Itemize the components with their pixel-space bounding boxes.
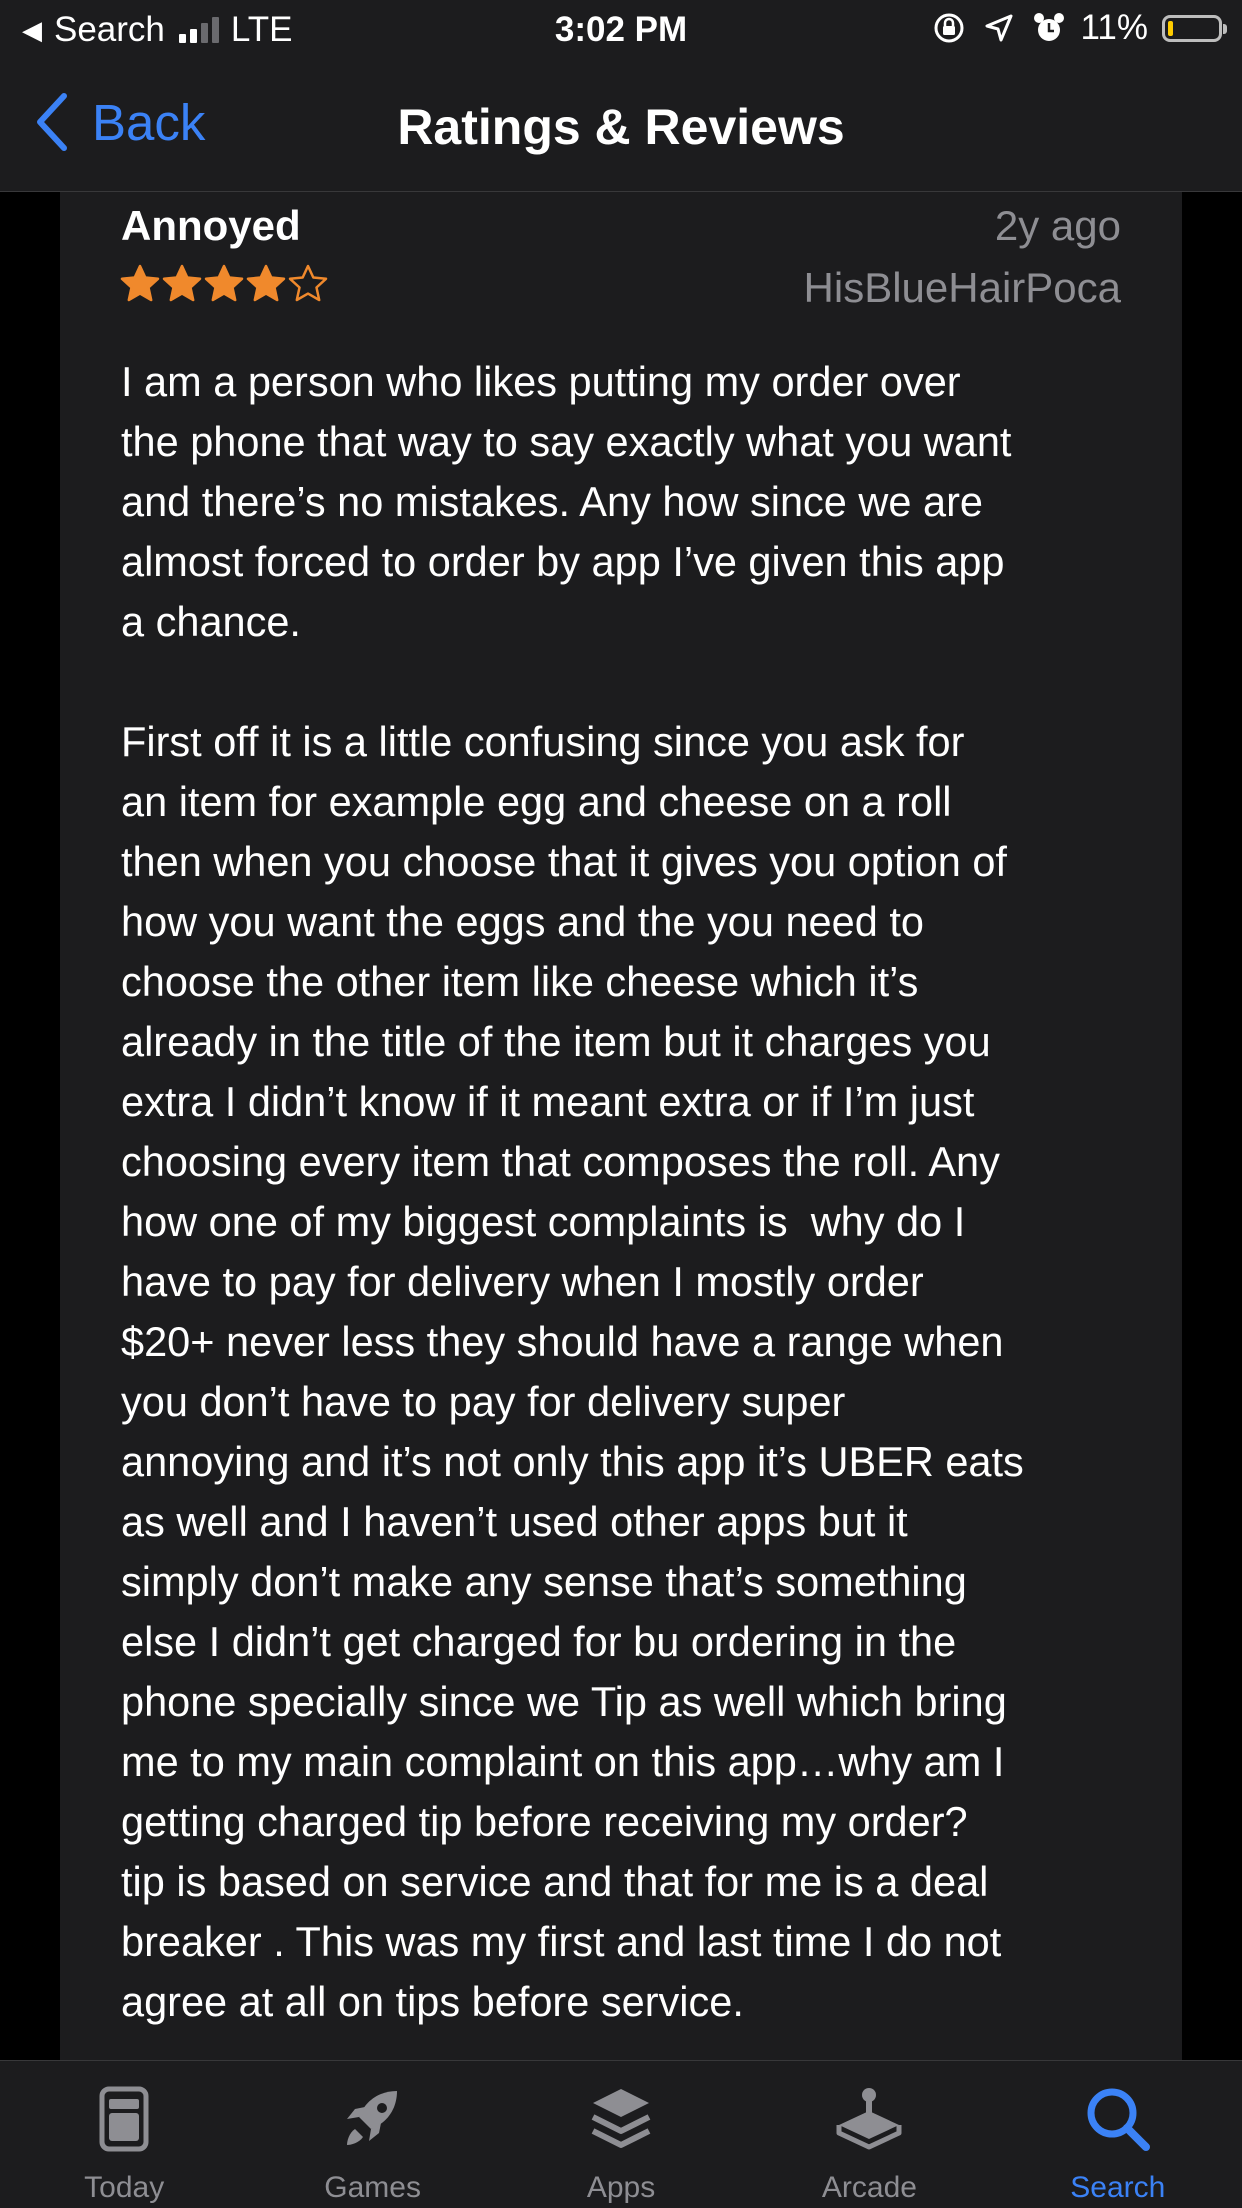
tab-apps[interactable]: Apps [497, 2061, 745, 2208]
alarm-icon [1033, 13, 1064, 41]
rocket-icon [346, 2091, 397, 2145]
search-icon [1087, 2088, 1150, 2151]
joystick-icon [836, 2088, 902, 2150]
review-body: I am a person who likes putting my order… [121, 358, 1024, 2025]
tab-apps-label: Apps [586, 2171, 656, 2204]
tab-arcade-label: Arcade [821, 2171, 917, 2204]
review-date: 2y ago [994, 202, 1121, 249]
tab-search-label: Search [1070, 2171, 1166, 2204]
status-bar: ◀ Search LTE 3:02 PM 11% [0, 0, 1242, 62]
star-filled-icon [162, 264, 202, 302]
battery-fill [1168, 20, 1173, 36]
location-icon [985, 14, 1013, 42]
tab-search[interactable]: Search [994, 2061, 1242, 2208]
tab-games[interactable]: Games [248, 2061, 496, 2208]
page-title: Ratings & Reviews [397, 99, 845, 155]
navigation-bar: Back Ratings & Reviews [0, 62, 1242, 192]
review-title: Annoyed [121, 202, 301, 249]
status-bar-right: 11% [931, 8, 1227, 48]
today-icon [99, 2086, 149, 2152]
review-author[interactable]: HisBlueHairPoca [804, 264, 1121, 312]
tab-today-label: Today [84, 2171, 165, 2204]
battery-icon [1162, 14, 1227, 42]
tab-arcade[interactable]: Arcade [745, 2061, 993, 2208]
star-rating [120, 264, 328, 304]
battery-percent: 11% [1080, 8, 1148, 47]
tab-today[interactable]: Today [0, 2061, 248, 2208]
tab-games-label: Games [324, 2171, 421, 2204]
tab-bar: Today Games Apps Arcade Search [0, 2060, 1242, 2208]
orientation-lock-icon [934, 13, 964, 43]
review-card: Annoyed 2y ago HisBlueHairPoca I am a pe… [60, 192, 1182, 2060]
star-filled-icon [204, 264, 244, 302]
star-filled-icon [246, 264, 286, 302]
apps-stack-icon [591, 2089, 651, 2148]
star-filled-icon [120, 264, 160, 302]
star-empty-icon [288, 264, 328, 302]
